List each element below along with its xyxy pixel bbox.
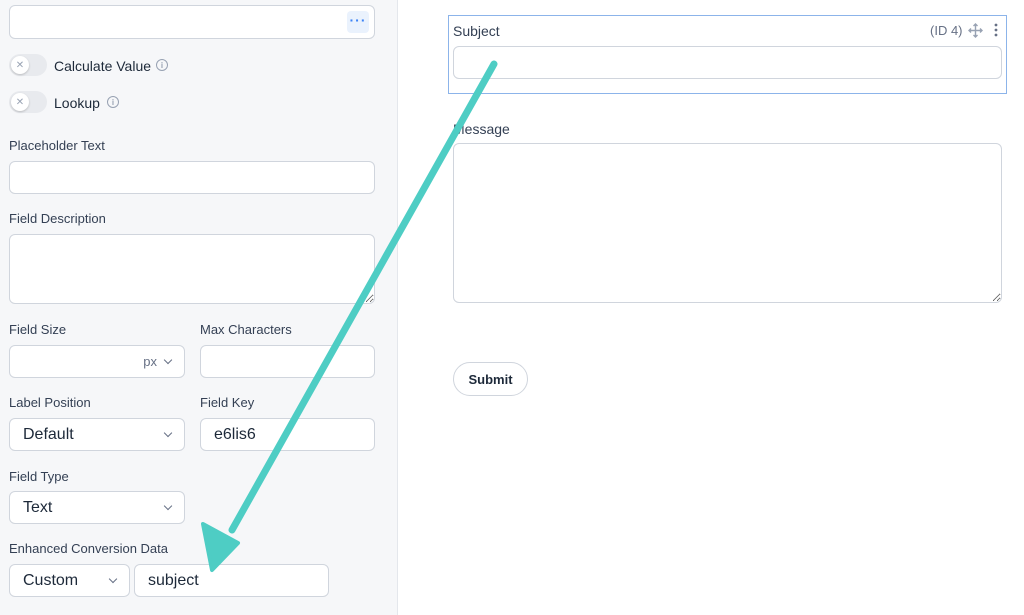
chevron-down-icon (163, 428, 173, 438)
more-options-button[interactable]: ··· (347, 11, 369, 33)
message-textarea[interactable] (453, 143, 1002, 303)
x-icon: ✕ (11, 93, 29, 111)
enhanced-conversion-select[interactable]: Custom (9, 564, 130, 597)
enhanced-conversion-label: Enhanced Conversion Data (9, 541, 168, 556)
subject-input[interactable] (453, 46, 1002, 79)
field-settings-panel: ··· ✕ Calculate Value i ✕ Lookup i Place… (0, 0, 398, 615)
field-description-textarea[interactable] (9, 234, 375, 304)
label-position-label: Label Position (9, 395, 91, 410)
field-size-label: Field Size (9, 322, 67, 337)
field-size-unit: px (143, 354, 157, 369)
field-type-select[interactable]: Text (9, 491, 185, 524)
field-type-label: Field Type (9, 469, 69, 484)
max-characters-label: Max Characters (200, 322, 292, 337)
placeholder-text-input[interactable] (9, 161, 375, 194)
kebab-menu-icon[interactable] (993, 23, 999, 37)
chevron-down-icon (163, 355, 173, 365)
lookup-label: Lookup (54, 95, 100, 111)
max-characters-input[interactable] (200, 345, 375, 378)
x-icon: ✕ (11, 56, 29, 74)
chevron-down-icon (163, 501, 173, 511)
more-dots-icon: ··· (349, 12, 367, 28)
submit-button[interactable]: Submit (453, 362, 528, 396)
enhanced-conversion-input[interactable]: subject (134, 564, 329, 597)
field-description-label: Field Description (9, 211, 106, 226)
field-size-input[interactable]: px (9, 345, 185, 378)
calculate-value-toggle[interactable]: ✕ (9, 54, 47, 76)
subject-label: Subject (453, 23, 500, 39)
calculate-value-label: Calculate Value (54, 58, 152, 74)
field-key-label: Field Key (200, 395, 255, 410)
message-label: Message (453, 121, 510, 137)
field-key-input[interactable]: e6lis6 (200, 418, 375, 451)
lookup-toggle[interactable]: ✕ (9, 91, 47, 113)
info-icon[interactable]: i (107, 96, 119, 108)
chevron-down-icon (108, 574, 118, 584)
info-icon[interactable]: i (156, 59, 168, 71)
top-field-input[interactable]: ··· (9, 5, 375, 39)
field-id-badge: (ID 4) (930, 23, 963, 38)
placeholder-text-label: Placeholder Text (9, 138, 105, 153)
label-position-select[interactable]: Default (9, 418, 185, 451)
move-icon[interactable] (968, 23, 983, 38)
